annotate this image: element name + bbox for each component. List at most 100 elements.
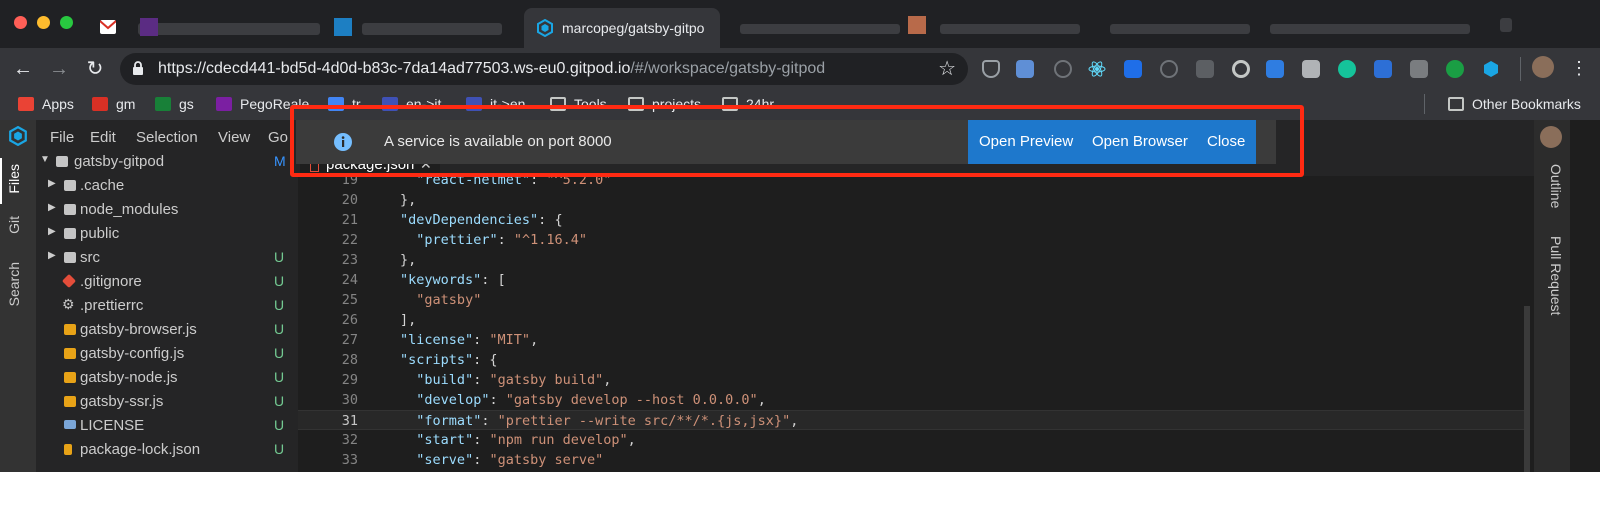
code-token: "develop"	[416, 392, 490, 408]
files-tab[interactable]: Files	[6, 164, 30, 194]
code-token: "prettier --write src/**/*.{js,jsx}"	[497, 413, 791, 429]
tree-root-folder[interactable]: ▼ gatsby-gitpod M	[36, 150, 298, 174]
git-status-badge: U	[274, 297, 285, 313]
browser-tab-strip: marcopeg/gatsby-gitpod	[0, 0, 1600, 48]
code-token: "devDependencies"	[400, 212, 539, 228]
maximize-window-button[interactable]	[60, 16, 73, 29]
code-line: 22 "prettier": "^1.16.4"	[298, 230, 1526, 250]
user-avatar[interactable]	[1540, 126, 1562, 148]
kebab-menu-icon[interactable]: ⋮	[1570, 58, 1588, 79]
bookmark-star-icon[interactable]: ☆	[938, 56, 956, 81]
other-bookmarks[interactable]: Other Bookmarks	[1448, 93, 1581, 115]
code-token: :	[473, 452, 490, 468]
active-tab-title: marcopeg/gatsby-gitpod	[562, 20, 704, 36]
pull-request-tab[interactable]: Pull Request	[1540, 236, 1564, 315]
tree-item-gatsby-config[interactable]: gatsby-config.js U	[36, 342, 298, 366]
js-file-icon	[64, 348, 76, 359]
tab-favicon	[334, 18, 352, 36]
editor-scrollbar[interactable]	[1524, 306, 1530, 472]
profile-avatar[interactable]	[1532, 56, 1554, 78]
tree-item-license[interactable]: LICENSE U	[36, 414, 298, 438]
code-token: "build"	[416, 372, 474, 388]
git-tab[interactable]: Git	[6, 216, 30, 234]
gear-icon: ⚙	[62, 296, 75, 312]
b-plus-icon[interactable]	[1446, 60, 1464, 78]
reload-icon[interactable]: ↻	[82, 56, 108, 82]
git-file-icon	[61, 273, 77, 289]
list-icon	[216, 97, 232, 111]
menu-file[interactable]: File	[50, 129, 74, 146]
tree-item-src[interactable]: ▶ src U	[36, 246, 298, 270]
tree-item-cache[interactable]: ▶ .cache	[36, 174, 298, 198]
code-token: ,	[757, 392, 766, 408]
screen-share-icon[interactable]	[1266, 60, 1284, 78]
code-text: "format": "prettier --write src/**/*.{js…	[416, 413, 798, 429]
minimize-window-button[interactable]	[37, 16, 50, 29]
tree-item-public[interactable]: ▶ public	[36, 222, 298, 246]
bookmark-apps[interactable]: Apps	[18, 93, 74, 115]
react-devtools-icon[interactable]	[1088, 60, 1106, 78]
eyedropper-icon[interactable]	[1196, 60, 1214, 78]
code-text: "keywords": [	[400, 272, 506, 288]
chat-icon[interactable]	[1302, 60, 1320, 78]
menu-go[interactable]: Go	[268, 129, 288, 146]
code-token: :	[489, 392, 506, 408]
tree-item-node-modules[interactable]: ▶ node_modules	[36, 198, 298, 222]
tree-item-label: gatsby-ssr.js	[80, 393, 164, 410]
pocket-icon[interactable]	[982, 60, 1000, 78]
tree-item-gatsby-browser[interactable]: gatsby-browser.js U	[36, 318, 298, 342]
menu-edit[interactable]: Edit	[90, 129, 116, 146]
code-token: "gatsby develop --host 0.0.0.0"	[505, 392, 758, 408]
grammarly-icon[interactable]	[1338, 60, 1356, 78]
folder-icon	[64, 204, 76, 215]
extension-disabled-icon[interactable]	[1054, 60, 1072, 78]
highlight-box	[290, 105, 1304, 177]
folder-icon	[64, 180, 76, 191]
line-number: 27	[341, 332, 358, 348]
tab-favicon	[908, 16, 926, 34]
code-line: 31 "format": "prettier --write src/**/*.{…	[298, 410, 1526, 430]
code-editor[interactable]: package.json ✕ 19 "react-helmet": "^5.2.0…	[298, 156, 1534, 472]
dropbox-icon[interactable]	[1124, 60, 1142, 78]
browser-tab[interactable]	[332, 8, 522, 48]
extension-calendar-icon[interactable]	[1016, 60, 1034, 78]
code-token: {	[554, 212, 563, 228]
js-file-icon	[64, 324, 76, 335]
code-token: },	[400, 252, 417, 268]
bookmark-gs[interactable]: gs	[155, 93, 194, 115]
gitpod-extension-icon[interactable]	[1482, 60, 1500, 78]
close-window-button[interactable]	[14, 16, 27, 29]
bookmark-label: gs	[179, 96, 194, 112]
menu-selection[interactable]: Selection	[136, 129, 198, 146]
tree-item-gatsby-ssr[interactable]: gatsby-ssr.js U	[36, 390, 298, 414]
line-number: 20	[341, 192, 358, 208]
tree-item-gitignore[interactable]: .gitignore U	[36, 270, 298, 294]
search-tab[interactable]: Search	[6, 262, 30, 306]
menu-view[interactable]: View	[218, 129, 250, 146]
forward-arrow-icon[interactable]: →	[46, 56, 72, 82]
code-text: "license": "MIT",	[400, 332, 538, 348]
line-number: 24	[341, 272, 358, 288]
tree-item-prettierrc[interactable]: ⚙ .prettierrc U	[36, 294, 298, 318]
bookmark-gm[interactable]: gm	[92, 93, 135, 115]
active-browser-tab[interactable]: marcopeg/gatsby-gitpod	[524, 8, 720, 48]
browser-toolbar: ← → ↻ https://cdecd441-bd5d-4d0d-b83c-7d…	[0, 48, 1600, 90]
code-token: "^1.16.4"	[513, 232, 587, 248]
code-text: "build": "gatsby build",	[416, 372, 611, 388]
tree-item-label: package-lock.json	[80, 441, 201, 458]
tree-item-label: gatsby-browser.js	[80, 321, 197, 338]
code-token: "start"	[416, 432, 474, 448]
outline-tab[interactable]: Outline	[1540, 164, 1564, 208]
tab-title-redacted	[1110, 24, 1250, 34]
info-extension-icon[interactable]	[1160, 60, 1178, 78]
target-icon[interactable]	[1232, 60, 1250, 78]
code-text: "develop": "gatsby develop --host 0.0.0.…	[416, 392, 766, 408]
git-status-badge: M	[274, 153, 286, 169]
browser-tab[interactable]	[140, 8, 330, 48]
address-bar[interactable]: https://cdecd441-bd5d-4d0d-b83c-7da14ad7…	[120, 53, 968, 85]
tree-item-gatsby-node[interactable]: gatsby-node.js U	[36, 366, 298, 390]
extension-grey-icon[interactable]	[1410, 60, 1428, 78]
tree-item-package-lock[interactable]: package-lock.json U	[36, 438, 298, 462]
extension-blue-icon[interactable]	[1374, 60, 1392, 78]
back-arrow-icon[interactable]: ←	[10, 56, 36, 82]
